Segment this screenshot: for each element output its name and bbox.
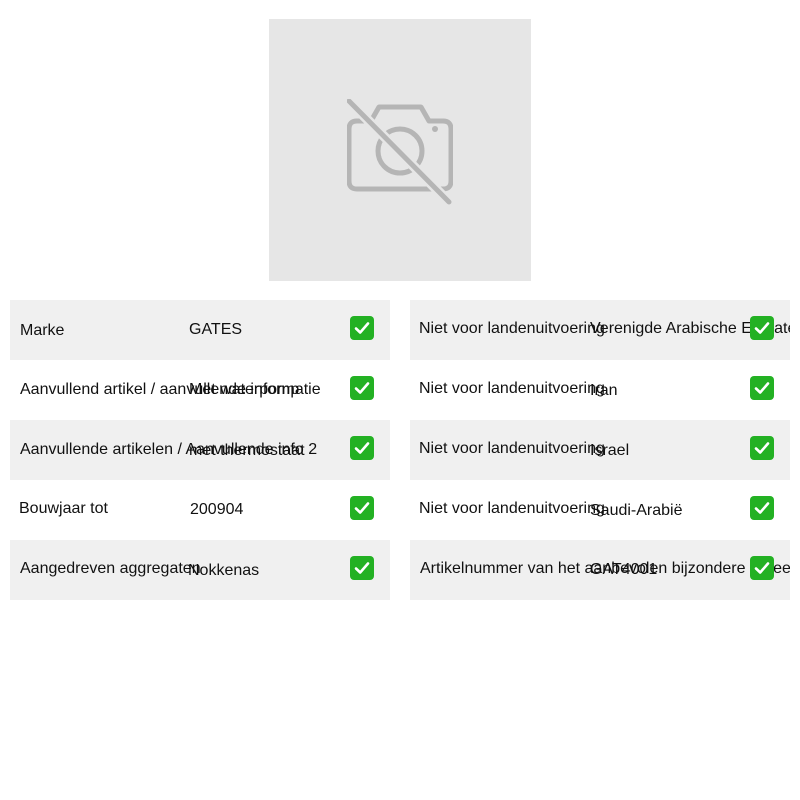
table-row: Niet voor landenuitvoering Saudi-Arabië bbox=[410, 480, 790, 540]
check-icon bbox=[350, 376, 374, 400]
row-label: Niet voor landenuitvoering bbox=[419, 500, 605, 517]
row-value: Met waterpomp bbox=[189, 381, 300, 398]
check-icon bbox=[350, 316, 374, 340]
row-label: Marke bbox=[20, 322, 65, 339]
table-row: Niet voor landenuitvoering Israel bbox=[410, 420, 790, 480]
row-value: Nokkenas bbox=[188, 562, 260, 579]
row-value: met thermostaat bbox=[189, 442, 305, 459]
table-row: Artikelnummer van het aanbevolen bijzond… bbox=[410, 540, 790, 600]
check-icon bbox=[750, 436, 774, 460]
row-label: Niet voor landenuitvoering bbox=[419, 380, 605, 397]
product-image-placeholder bbox=[269, 19, 531, 281]
table-row: Niet voor landenuitvoering Verenigde Ara… bbox=[410, 300, 790, 360]
row-label: Bouwjaar tot bbox=[19, 500, 108, 517]
row-value: GAT4001 bbox=[590, 561, 658, 578]
row-label: Niet voor landenuitvoering bbox=[419, 320, 605, 337]
table-row: Niet voor landenuitvoering Iran bbox=[410, 360, 790, 420]
row-value: Israel bbox=[590, 442, 630, 459]
table-row: Marke GATES bbox=[10, 300, 390, 360]
check-icon bbox=[350, 436, 374, 460]
check-icon bbox=[350, 556, 374, 580]
check-icon bbox=[750, 496, 774, 520]
table-row: Aanvullende artikelen / Aanvullende info… bbox=[10, 420, 390, 480]
row-label: Niet voor landenuitvoering bbox=[419, 440, 605, 457]
row-value: GATES bbox=[189, 321, 243, 338]
row-value: 200904 bbox=[190, 501, 244, 518]
table-row: Bouwjaar tot 200904 bbox=[10, 480, 390, 540]
check-icon bbox=[750, 376, 774, 400]
check-icon bbox=[750, 556, 774, 580]
table-row: Aangedreven aggregaten Nokkenas bbox=[10, 540, 390, 600]
row-value: Iran bbox=[590, 382, 618, 399]
row-label: Aangedreven aggregaten bbox=[20, 560, 201, 577]
table-row: Aanvullend artikel / aanvullende informa… bbox=[10, 360, 390, 420]
check-icon bbox=[350, 496, 374, 520]
row-value: Saudi-Arabië bbox=[590, 502, 683, 519]
no-photo-icon bbox=[347, 99, 453, 205]
check-icon bbox=[750, 316, 774, 340]
